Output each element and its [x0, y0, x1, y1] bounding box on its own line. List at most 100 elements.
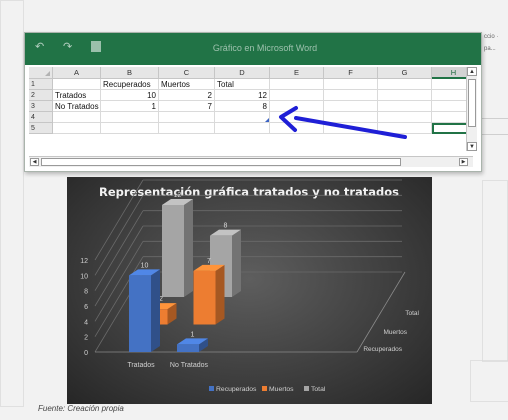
cell-c4[interactable]: [159, 112, 215, 123]
cell-b2[interactable]: 10: [101, 90, 159, 101]
cell-b4[interactable]: [101, 112, 159, 123]
cell-a3[interactable]: No Tratados: [53, 101, 101, 112]
row-header[interactable]: 1: [29, 79, 53, 90]
cell-d1[interactable]: Total: [215, 79, 270, 90]
depth-axis-label: Total: [405, 310, 419, 317]
cell-f5[interactable]: [324, 123, 378, 134]
bar-muertos-no-tratados: [193, 270, 216, 325]
cell-g2[interactable]: [378, 90, 432, 101]
right-ornament: [482, 180, 508, 362]
cell-a2[interactable]: Tratados: [53, 90, 101, 101]
cell-b1[interactable]: Recuperados: [101, 79, 159, 90]
bar-total-tratados: [162, 205, 184, 297]
doc-rule: [482, 118, 508, 119]
excel-chart-data-window: ↶ ↷ Gráfico en Microsoft Word ABCDEFGH 1…: [24, 32, 482, 172]
data-label: 7: [207, 258, 211, 265]
title-bar: ↶ ↷ Gráfico en Microsoft Word: [25, 33, 481, 65]
cell-g5[interactable]: [378, 123, 432, 134]
legend-swatch-muertos: [262, 386, 267, 391]
cell-f2[interactable]: [324, 90, 378, 101]
cell-c3[interactable]: 7: [159, 101, 215, 112]
y-tick-label: 8: [84, 289, 88, 296]
y-tick-label: 2: [84, 335, 88, 342]
legend-label-muertos: Muertos: [269, 386, 294, 393]
cell-d3[interactable]: 8: [215, 101, 270, 112]
cell-e4[interactable]: [270, 112, 324, 123]
scroll-right-button[interactable]: ▶: [459, 158, 468, 166]
column-header-a[interactable]: A: [53, 67, 101, 79]
cell-b3[interactable]: 1: [101, 101, 159, 112]
bar-recuperados-tratados: [129, 275, 151, 352]
cell-d5[interactable]: [215, 123, 270, 134]
depth-axis-label: Muertos: [384, 329, 408, 336]
column-header-e[interactable]: E: [270, 67, 324, 79]
bar-side: [215, 264, 225, 325]
cell-d2[interactable]: 12: [215, 90, 270, 101]
cell-e5[interactable]: [270, 123, 324, 134]
doc-edge-text: ccio ·: [484, 34, 499, 40]
cell-e3[interactable]: [270, 101, 324, 112]
legend-label-total: Total: [311, 386, 326, 393]
select-all-corner[interactable]: [29, 67, 53, 79]
cell-d4[interactable]: [215, 112, 270, 123]
data-label: 12: [174, 192, 182, 199]
y-tick-label: 6: [84, 304, 88, 311]
gridline-wall: [94, 195, 144, 276]
row-header[interactable]: 4: [29, 112, 53, 123]
vertical-scrollbar[interactable]: ▲ ▼: [466, 67, 477, 151]
window-title: Gráfico en Microsoft Word: [212, 43, 318, 53]
cell-c1[interactable]: Muertos: [159, 79, 215, 90]
cell-a5[interactable]: [53, 123, 101, 134]
scroll-up-button[interactable]: ▲: [467, 67, 477, 76]
cell-a1[interactable]: [53, 79, 101, 90]
column-header-f[interactable]: F: [324, 67, 378, 79]
cell-f1[interactable]: [324, 79, 378, 90]
data-label: 8: [224, 223, 228, 230]
bar-recuperados-no-tratados: [177, 344, 199, 352]
data-range-handle[interactable]: [265, 118, 269, 122]
row-header[interactable]: 5: [29, 123, 53, 134]
undo-icon[interactable]: ↶: [35, 40, 44, 53]
floor-side-edge: [356, 271, 406, 353]
legend-swatch-recuperados: [209, 386, 214, 391]
category-label: No Tratados: [170, 362, 209, 369]
doc-edge-text: pa...: [484, 46, 496, 52]
column-header-g[interactable]: G: [378, 67, 432, 79]
scroll-down-button[interactable]: ▼: [467, 142, 477, 151]
cell-g4[interactable]: [378, 112, 432, 123]
figure-caption: Fuente: Creación propia: [38, 404, 124, 413]
excel-sheet-icon[interactable]: [91, 41, 101, 52]
column-header-b[interactable]: B: [101, 67, 159, 79]
vertical-scroll-thumb[interactable]: [468, 79, 476, 127]
horizontal-scroll-thumb[interactable]: [41, 158, 401, 166]
cell-b5[interactable]: [101, 123, 159, 134]
cell-e2[interactable]: [270, 90, 324, 101]
cell-a4[interactable]: [53, 112, 101, 123]
column-header-c[interactable]: C: [159, 67, 215, 79]
row-header[interactable]: 3: [29, 101, 53, 112]
y-tick-label: 12: [80, 258, 88, 265]
column-header-d[interactable]: D: [215, 67, 270, 79]
depth-axis-label: Recuperados: [363, 346, 402, 353]
cell-c5[interactable]: [159, 123, 215, 134]
cell-g3[interactable]: [378, 101, 432, 112]
y-tick-label: 4: [84, 319, 88, 326]
cell-e1[interactable]: [270, 79, 324, 90]
legend-label-recuperados: Recuperados: [216, 386, 257, 393]
cell-f4[interactable]: [324, 112, 378, 123]
horizontal-scrollbar[interactable]: ◀ ▶: [29, 156, 473, 167]
y-tick-label: 0: [84, 350, 88, 357]
redo-icon[interactable]: ↷: [63, 40, 72, 53]
cell-g1[interactable]: [378, 79, 432, 90]
cell-c2[interactable]: 2: [159, 90, 215, 101]
chart-area[interactable]: Representación gráfica tratados y no tra…: [67, 177, 432, 404]
data-label: 1: [191, 331, 195, 338]
legend-swatch-total: [304, 386, 309, 391]
bar-side: [232, 229, 241, 297]
scroll-left-button[interactable]: ◀: [30, 158, 39, 166]
bar-side: [184, 199, 193, 297]
cell-f3[interactable]: [324, 101, 378, 112]
bar-side: [151, 269, 160, 352]
chart-title: Representación gráfica tratados y no tra…: [99, 185, 399, 199]
row-header[interactable]: 2: [29, 90, 53, 101]
